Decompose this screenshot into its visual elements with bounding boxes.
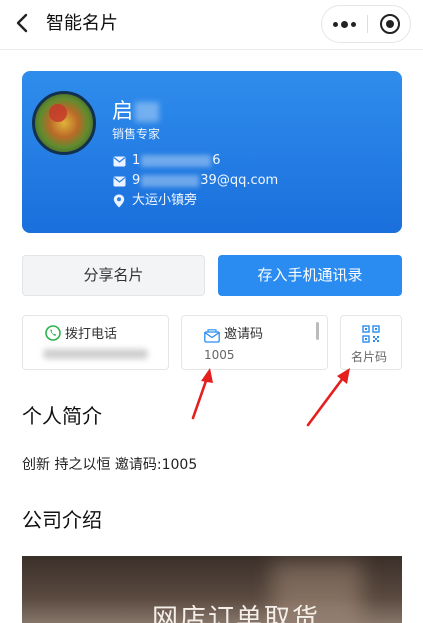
top-nav: 智能名片: [0, 0, 423, 50]
call-number-blur: [43, 349, 148, 359]
qr-code-action[interactable]: 名片码: [340, 315, 402, 370]
card-address-row[interactable]: 大运小镇旁: [112, 192, 197, 210]
page-title: 智能名片: [46, 13, 118, 34]
invite-code-action[interactable]: 邀请码 1005: [181, 315, 328, 370]
business-card: 启 销售专家 1 6 9 39@qq.com 大运小镇旁: [22, 71, 402, 233]
call-action[interactable]: 拨打电话: [22, 315, 169, 370]
card-name: 启: [112, 98, 159, 124]
card-role: 销售专家: [112, 127, 161, 141]
avatar: [32, 91, 96, 155]
invite-label: 邀请码: [224, 327, 264, 342]
phone-end: 6: [212, 153, 221, 168]
close-icon[interactable]: [368, 6, 412, 42]
qr-label: 名片码: [351, 350, 388, 364]
email-icon: [112, 174, 126, 188]
company-heading: 公司介绍: [22, 508, 102, 532]
location-icon: [112, 194, 126, 208]
back-icon[interactable]: [12, 12, 34, 34]
scrollbar[interactable]: [316, 322, 319, 340]
share-card-button[interactable]: 分享名片: [22, 255, 205, 296]
email-end: 39@qq.com: [200, 173, 279, 188]
arrow-to-qr: [306, 368, 350, 427]
phone-blur: [141, 155, 212, 167]
email-start: 9: [132, 173, 141, 188]
name-blur: [135, 102, 159, 122]
miniapp-capsule: [321, 5, 411, 43]
call-label: 拨打电话: [65, 327, 118, 342]
envelope-icon: [204, 328, 220, 343]
qr-code-icon: [362, 325, 380, 343]
more-icon[interactable]: [322, 6, 367, 42]
phone-start: 1: [132, 153, 141, 168]
address-text: 大运小镇旁: [132, 193, 198, 208]
card-phone-row[interactable]: 1 6: [112, 152, 221, 170]
intro-heading: 个人简介: [22, 404, 102, 428]
card-email-row[interactable]: 9 39@qq.com: [112, 172, 278, 190]
call-icon: [45, 325, 61, 341]
arrow-to-invite: [191, 368, 213, 420]
company-banner-text: 网店订单取货: [152, 604, 321, 623]
company-banner-image: 网店订单取货: [22, 556, 402, 623]
email-blur: [141, 175, 200, 187]
save-contact-button[interactable]: 存入手机通讯录: [218, 255, 402, 296]
intro-text: 创新 持之以恒 邀请码:1005: [22, 457, 198, 473]
phone-icon: [112, 154, 126, 168]
invite-code-value: 1005: [204, 348, 235, 362]
